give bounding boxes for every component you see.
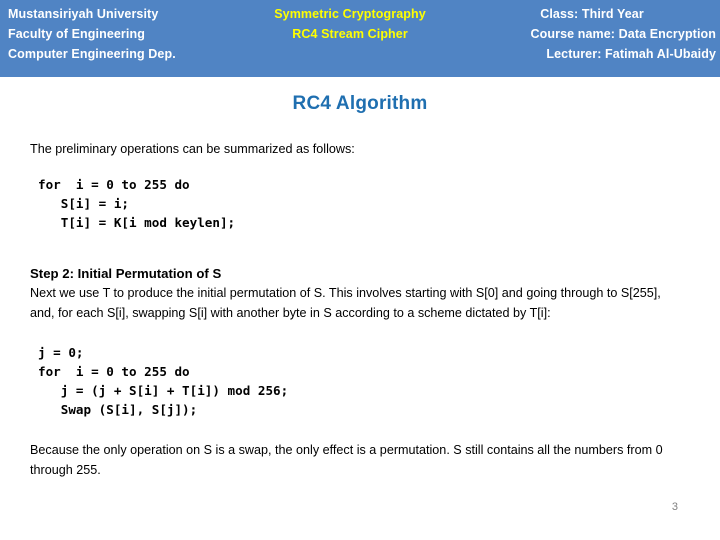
page-title: RC4 Algorithm bbox=[292, 93, 428, 114]
slide-content: The preliminary operations can be summar… bbox=[30, 140, 675, 480]
header-class-year: Class: Third Year bbox=[540, 7, 644, 21]
intro-paragraph: The preliminary operations can be summar… bbox=[30, 142, 355, 156]
slide: Mustansiriyah University Faculty of Engi… bbox=[0, 0, 720, 540]
slide-header-band: Mustansiriyah University Faculty of Engi… bbox=[0, 0, 720, 77]
header-lecturer-name: Lecturer: Fatimah Al-Ubaidy bbox=[546, 47, 716, 61]
header-course-topic-block: Symmetric Cryptography RC4 Stream Cipher bbox=[235, 4, 465, 44]
header-university-name: Mustansiriyah University bbox=[8, 7, 159, 21]
header-class-info-block: Class: Third Year Course name: Data Encr… bbox=[468, 4, 716, 64]
header-faculty-name: Faculty of Engineering bbox=[8, 27, 145, 41]
header-subject-title: Symmetric Cryptography bbox=[274, 7, 426, 21]
step-2-description: Next we use T to produce the initial per… bbox=[30, 286, 661, 320]
spacer-before-closing bbox=[30, 419, 675, 441]
closing-paragraph: Because the only operation on S is a swa… bbox=[30, 443, 663, 477]
pseudocode-block-permutation: j = 0; for i = 0 to 255 do j = (j + S[i]… bbox=[38, 345, 289, 417]
spacer-before-second-code bbox=[30, 323, 675, 343]
header-department-name: Computer Engineering Dep. bbox=[8, 47, 176, 61]
spacer-after-first-code bbox=[30, 232, 675, 264]
step-2-heading: Step 2: Initial Permutation of S bbox=[30, 266, 222, 281]
header-institution-block: Mustansiriyah University Faculty of Engi… bbox=[8, 4, 176, 64]
pseudocode-block-initialization: for i = 0 to 255 do S[i] = i; T[i] = K[i… bbox=[38, 177, 236, 230]
header-course-name: Course name: Data Encryption bbox=[530, 27, 716, 41]
page-number: 3 bbox=[671, 501, 678, 513]
header-lecture-title: RC4 Stream Cipher bbox=[292, 27, 408, 41]
